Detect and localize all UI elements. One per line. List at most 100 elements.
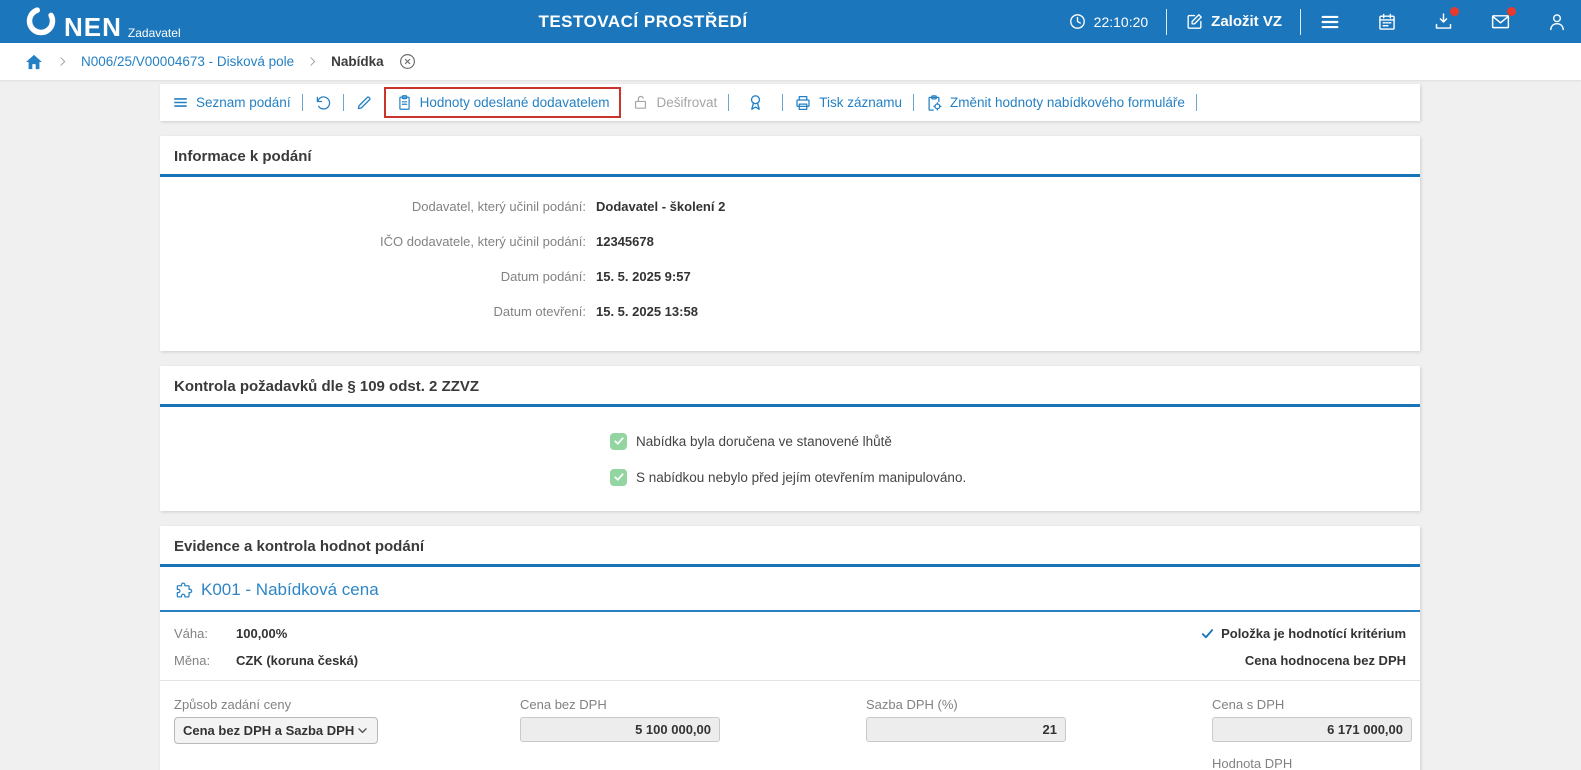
vaha-value: 100,00% [236, 626, 288, 641]
nen-logo-icon [24, 4, 58, 38]
hodnoty-odeslane-label: Hodnoty odeslané dodavatelem [419, 95, 610, 110]
criterion-header: K001 - Nabídková cena [160, 567, 1420, 612]
info-section: Informace k podání Dodavatel, který učin… [160, 136, 1420, 351]
ribbon-icon [746, 93, 765, 112]
vaha-label: Váha: [174, 626, 208, 641]
award-button[interactable] [740, 93, 771, 112]
criterion-name: K001 - Nabídková cena [201, 580, 379, 599]
field-label: Datum otevření: [493, 304, 587, 319]
calendar-icon [1377, 12, 1397, 32]
price-form-row: Způsob zadání ceny Cena bez DPH a Sazba … [160, 681, 1420, 770]
check-row: Nabídka byla doručena ve stanovené lhůtě [610, 423, 1420, 459]
divider [913, 94, 915, 111]
field-value: Dodavatel - školení 2 [596, 199, 726, 214]
hamburger-icon [1319, 11, 1341, 33]
field-label: IČO dodavatele, který učinil podání: [380, 234, 586, 249]
cena-bez-dph-col: Cena bez DPH [520, 697, 866, 770]
tisk-zaznamu-label: Tisk záznamu [819, 95, 903, 110]
zmenit-hodnoty-button[interactable]: Změnit hodnoty nabídkového formuláře [925, 94, 1185, 112]
notification-dot [1450, 7, 1459, 16]
field-value: 15. 5. 2025 13:58 [596, 304, 698, 319]
calendar-button[interactable] [1377, 12, 1397, 32]
zpusob-zadani-col: Způsob zadání ceny Cena bez DPH a Sazba … [174, 697, 520, 770]
sazba-dph-label: Sazba DPH (%) [866, 697, 958, 712]
field-value: 12345678 [596, 234, 654, 249]
info-row-dodavatel: Dodavatel, který učinil podání: Dodavate… [160, 189, 1420, 224]
sazba-dph-col: Sazba DPH (%) [866, 697, 1212, 770]
divider [1195, 94, 1197, 111]
divider [342, 94, 344, 111]
section-title: Kontrola požadavků dle § 109 odst. 2 ZZV… [174, 378, 480, 395]
hodnoty-odeslane-button[interactable]: Hodnoty odeslané dodavatelem [383, 87, 622, 118]
seznam-podani-button[interactable]: Seznam podání [172, 94, 291, 111]
field-value: 15. 5. 2025 9:57 [596, 269, 691, 284]
cena-bez-dph-input[interactable] [520, 717, 720, 742]
create-vz-button[interactable]: Založit VZ [1185, 12, 1282, 31]
app-header: NEN Zadavatel TESTOVACÍ PROSTŘEDÍ 22:10:… [0, 0, 1581, 43]
cena-s-dph-input[interactable] [1212, 717, 1412, 742]
chevron-right-icon [56, 55, 69, 68]
chevron-down-icon [356, 724, 369, 737]
cena-bez-dph-label: Cena bez DPH [520, 697, 607, 712]
clipboard-gear-icon [925, 94, 943, 112]
cena-s-dph-label: Cena s DPH [1212, 697, 1285, 712]
breadcrumb: N006/25/V00004673 - Disková pole Nabídka [0, 43, 1581, 80]
close-tab-icon[interactable] [398, 52, 417, 71]
section-title: Informace k podání [174, 148, 312, 165]
sazba-dph-input[interactable] [866, 717, 1066, 742]
select-value: Cena bez DPH a Sazba DPH [183, 723, 355, 738]
server-time: 22:10:20 [1068, 12, 1149, 31]
control-section: Kontrola požadavků dle § 109 odst. 2 ZZV… [160, 366, 1420, 511]
breadcrumb-contract-link[interactable]: N006/25/V00004673 - Disková pole [81, 54, 294, 69]
time-text: 22:10:20 [1093, 13, 1149, 30]
record-toolbar: Seznam podání Hodnoty odeslané dodavatel… [160, 84, 1420, 121]
desifrovat-label: Dešifrovat [656, 95, 718, 110]
refresh-button[interactable] [314, 94, 332, 112]
info-row-ico: IČO dodavatele, který učinil podání: 123… [160, 224, 1420, 259]
check-icon [1200, 626, 1215, 641]
edit-button[interactable] [355, 94, 373, 112]
mena-label: Měna: [174, 653, 211, 668]
clipboard-icon [396, 94, 413, 111]
printer-icon [794, 94, 812, 112]
logo-text: NEN [64, 12, 122, 43]
puzzle-icon [174, 581, 193, 600]
hodnota-dph-label: Hodnota DPH [1212, 756, 1293, 770]
breadcrumb-current-tab[interactable]: Nabídka [331, 54, 384, 69]
seznam-podani-label: Seznam podání [196, 95, 291, 110]
check-text: S nabídkou nebylo před jejím otevřením m… [636, 469, 967, 485]
messages-button[interactable] [1490, 7, 1516, 32]
chevron-right-icon [306, 55, 319, 68]
cena-s-dph-col: Cena s DPH Hodnota DPH 1 071 000,00 [1212, 697, 1412, 770]
desifrovat-button[interactable]: Dešifrovat [632, 94, 717, 111]
home-icon[interactable] [24, 52, 44, 72]
nen-logo[interactable]: NEN Zadavatel [24, 4, 181, 40]
zpusob-zadani-select[interactable]: Cena bez DPH a Sazba DPH [174, 717, 378, 744]
flag-vat-text: Cena hodnocena bez DPH [1244, 653, 1406, 668]
check-text: Nabídka byla doručena ve stanovené lhůtě [636, 433, 892, 449]
edit-square-icon [1185, 12, 1204, 31]
check-row: S nabídkou nebylo před jejím otevřením m… [610, 459, 1420, 495]
hodnota-dph-block: Hodnota DPH 1 071 000,00 [1212, 756, 1412, 770]
divider [1166, 8, 1168, 35]
menu-button[interactable] [1319, 11, 1341, 33]
divider [782, 94, 784, 111]
field-label: Dodavatel, který učinil podání: [411, 199, 586, 214]
notification-dot [1507, 7, 1516, 16]
divider [1300, 8, 1301, 35]
divider [728, 94, 730, 111]
zpusob-zadani-label: Způsob zadání ceny [174, 697, 292, 712]
unlock-icon [632, 94, 649, 111]
flag-criterion: Položka je hodnotící kritérium [1200, 620, 1406, 647]
evidence-section: Evidence a kontrola hodnot podání K001 -… [160, 526, 1420, 770]
clock-icon [1068, 12, 1087, 31]
inbox-button[interactable] [1433, 7, 1459, 32]
list-icon [172, 94, 189, 111]
environment-title: TESTOVACÍ PROSTŘEDÍ [538, 11, 748, 31]
check-success-icon [610, 432, 627, 450]
flag-criterion-text: Položka je hodnotící kritérium [1221, 626, 1406, 641]
tisk-zaznamu-button[interactable]: Tisk záznamu [794, 94, 902, 112]
info-row-datum-podani: Datum podání: 15. 5. 2025 9:57 [160, 259, 1420, 294]
pencil-icon [355, 94, 373, 112]
user-profile-button[interactable] [1547, 12, 1567, 32]
